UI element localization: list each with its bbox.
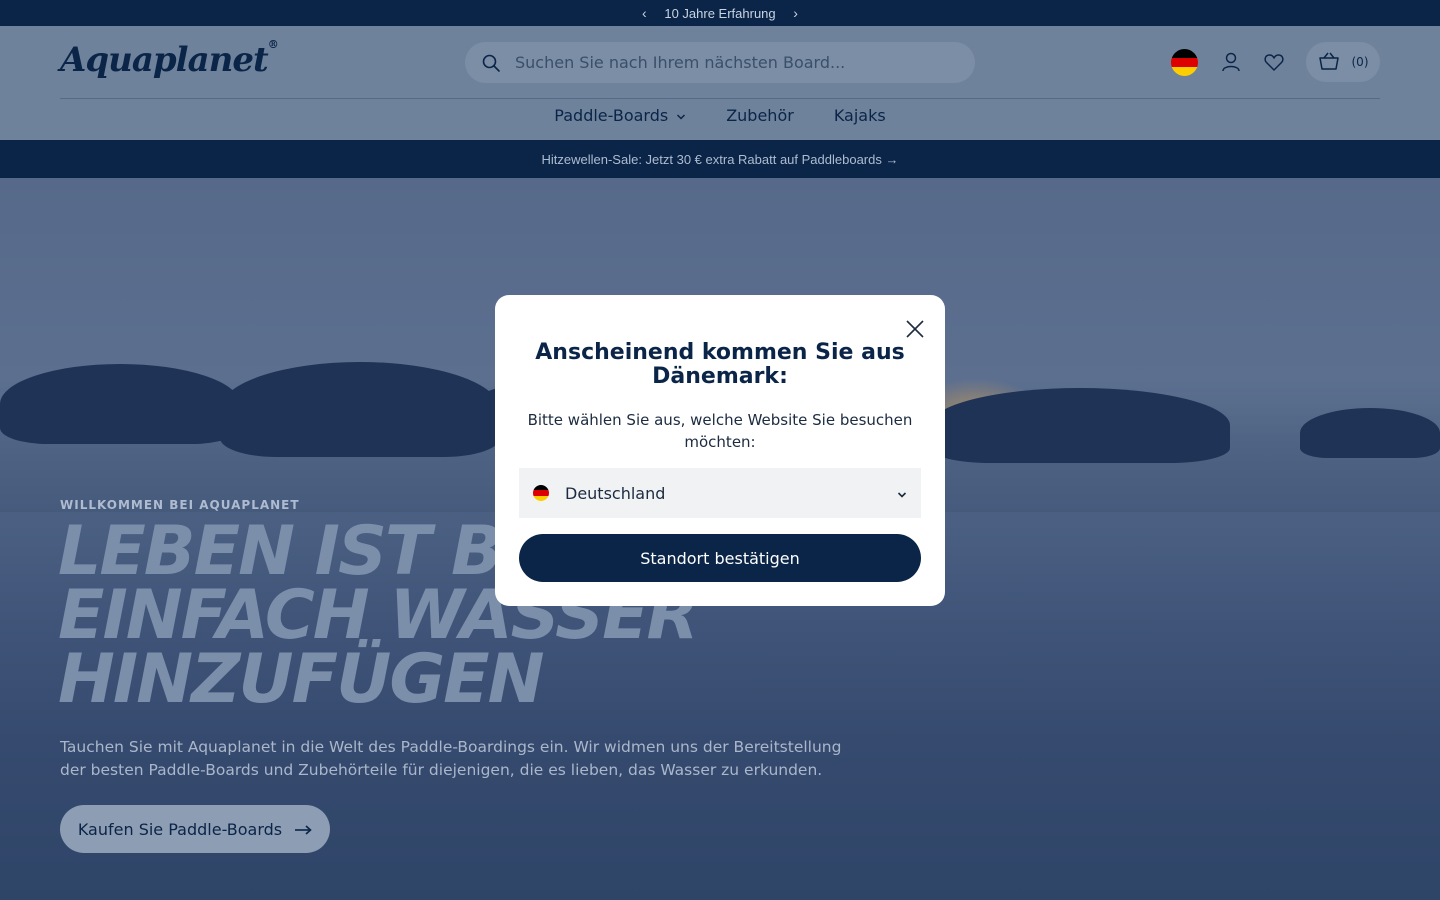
search-bar[interactable]: [465, 42, 975, 83]
nav-label: Paddle-Boards: [554, 106, 669, 125]
logo[interactable]: Aquaplanet®: [60, 38, 279, 80]
sale-banner[interactable]: Hitzewellen-Sale: Jetzt 30 € extra Rabat…: [0, 140, 1440, 178]
hero-headline-line: HINZUFÜGEN: [58, 640, 544, 719]
cart-count: (0): [1351, 55, 1369, 69]
cart-button[interactable]: (0): [1306, 42, 1380, 82]
close-icon[interactable]: [905, 319, 925, 339]
nav-label: Kajaks: [833, 106, 886, 125]
nav-item-zubehoer[interactable]: Zubehör: [726, 106, 794, 125]
modal-subtitle: Bitte wählen Sie aus, welche Website Sie…: [527, 411, 913, 451]
nav-item-paddle-boards[interactable]: Paddle-Boards: [554, 106, 686, 125]
site-header: Aquaplanet® (0) Paddle-Boards Zubehör: [0, 26, 1440, 140]
logo-text: Aquaplanet: [60, 40, 269, 80]
search-icon[interactable]: [471, 53, 511, 73]
hero-rock: [1300, 408, 1440, 458]
header-divider: [60, 98, 1380, 99]
announcement-bar: ‹ 10 Jahre Erfahrung ›: [0, 0, 1440, 26]
hero-rock: [0, 364, 240, 444]
confirm-location-button[interactable]: Standort bestätigen: [519, 534, 921, 582]
hero-rock: [220, 362, 500, 457]
country-selector-modal: Anscheinend kommen Sie aus Dänemark: Bit…: [495, 295, 945, 606]
chevron-right-icon[interactable]: ›: [790, 5, 802, 21]
basket-icon: [1318, 51, 1340, 74]
germany-flag-icon: [533, 485, 549, 501]
hero-rock: [930, 388, 1230, 463]
arrow-right-icon: [294, 820, 312, 839]
announcement-text: 10 Jahre Erfahrung: [664, 5, 776, 21]
germany-flag-icon[interactable]: [1171, 49, 1198, 76]
hero-description: Tauchen Sie mit Aquaplanet in die Welt d…: [60, 738, 842, 779]
nav-label: Zubehör: [726, 106, 794, 125]
confirm-label: Standort bestätigen: [640, 548, 800, 568]
chevron-down-icon: [676, 106, 686, 125]
shop-paddle-boards-button[interactable]: Kaufen Sie Paddle-Boards: [60, 805, 330, 853]
heart-icon[interactable]: [1262, 50, 1286, 74]
selected-country: Deutschland: [565, 483, 666, 503]
chevron-down-icon: [897, 484, 907, 503]
country-select[interactable]: Deutschland: [519, 468, 921, 518]
account-icon[interactable]: [1219, 50, 1243, 74]
modal-title: Anscheinend kommen Sie aus Dänemark:: [535, 340, 905, 389]
sale-banner-text[interactable]: Hitzewellen-Sale: Jetzt 30 € extra Rabat…: [542, 152, 899, 167]
cta-label: Kaufen Sie Paddle-Boards: [77, 819, 283, 839]
main-nav: Paddle-Boards Zubehör Kajaks: [0, 106, 1440, 125]
hero-eyebrow: WILLKOMMEN BEI AQUAPLANET: [60, 498, 300, 512]
chevron-left-icon[interactable]: ‹: [638, 5, 650, 21]
registered-mark: ®: [267, 38, 279, 51]
search-input[interactable]: [515, 53, 955, 72]
nav-item-kajaks[interactable]: Kajaks: [834, 106, 886, 125]
